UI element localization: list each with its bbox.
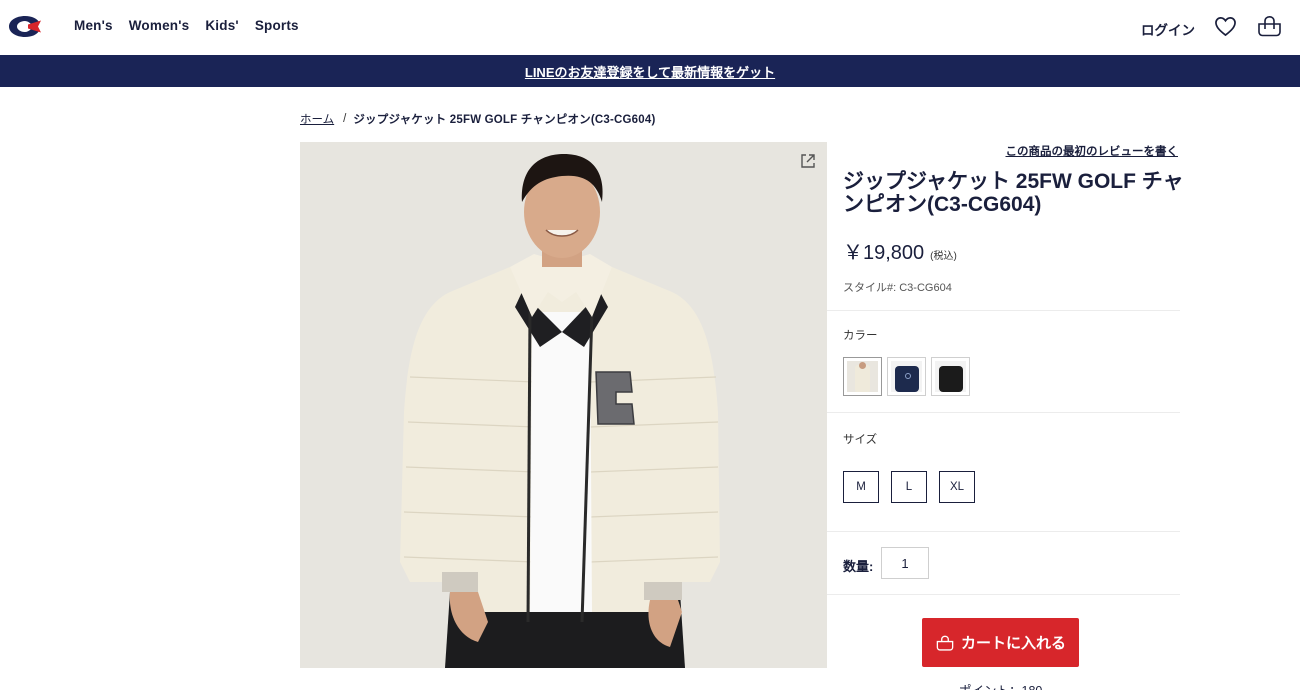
heart-icon[interactable] — [1214, 16, 1237, 37]
size-options: M L XL — [843, 471, 975, 503]
divider — [827, 412, 1180, 413]
price-block: ￥19,800 (税込) — [843, 236, 957, 265]
expand-icon[interactable] — [799, 152, 817, 170]
points-text: ポイント：180 — [959, 680, 1042, 690]
nav-sports[interactable]: Sports — [255, 18, 299, 33]
size-label: サイズ — [843, 434, 878, 446]
size-xl-button[interactable]: XL — [939, 471, 975, 503]
quantity-input[interactable] — [881, 547, 929, 579]
tax-note: (税込) — [930, 251, 957, 262]
size-m-button[interactable]: M — [843, 471, 879, 503]
product-image[interactable] — [300, 142, 827, 668]
breadcrumb-home[interactable]: ホーム — [300, 111, 334, 127]
color-swatches — [843, 357, 970, 396]
champion-logo[interactable] — [8, 15, 42, 38]
line-signup-link[interactable]: LINEのお友達登録をして最新情報をゲット — [525, 62, 775, 81]
style-number: スタイル#: C3-CG604 — [843, 282, 952, 294]
cart-icon[interactable] — [1257, 15, 1282, 37]
write-review-link[interactable]: この商品の最初のレビューを書く — [1006, 143, 1179, 159]
divider — [827, 531, 1180, 532]
color-swatch-cream[interactable] — [843, 357, 882, 396]
nav-kids[interactable]: Kids' — [205, 18, 238, 33]
add-to-cart-button[interactable]: カートに入れる — [922, 618, 1079, 667]
color-label: カラー — [843, 330, 878, 342]
breadcrumb-current: ジップジャケット 25FW GOLF チャンピオン(C3-CG604) — [353, 114, 656, 126]
product-title: ジップジャケット 25FW GOLF チャンピオン(C3-CG604) — [843, 170, 1184, 216]
breadcrumb: ホーム / ジップジャケット 25FW GOLF チャンピオン(C3-CG604… — [300, 111, 656, 127]
product-price: ￥19,800 — [843, 242, 925, 264]
color-swatch-black[interactable] — [931, 357, 970, 396]
color-swatch-navy[interactable] — [887, 357, 926, 396]
size-l-button[interactable]: L — [891, 471, 927, 503]
quantity-label: 数量: — [843, 559, 874, 574]
nav-womens[interactable]: Women's — [129, 18, 190, 33]
breadcrumb-separator: / — [343, 113, 347, 125]
promo-banner: LINEのお友達登録をして最新情報をゲット — [0, 55, 1300, 87]
nav-mens[interactable]: Men's — [74, 18, 113, 33]
divider — [827, 310, 1180, 311]
divider — [827, 594, 1180, 595]
cart-icon — [936, 635, 954, 651]
login-link[interactable]: ログイン — [1141, 19, 1195, 39]
main-nav: Men's Women's Kids' Sports — [74, 18, 315, 33]
add-to-cart-label: カートに入れる — [960, 635, 1066, 652]
product-photo — [300, 142, 827, 668]
site-header: Men's Women's Kids' Sports ログイン — [0, 0, 1300, 55]
